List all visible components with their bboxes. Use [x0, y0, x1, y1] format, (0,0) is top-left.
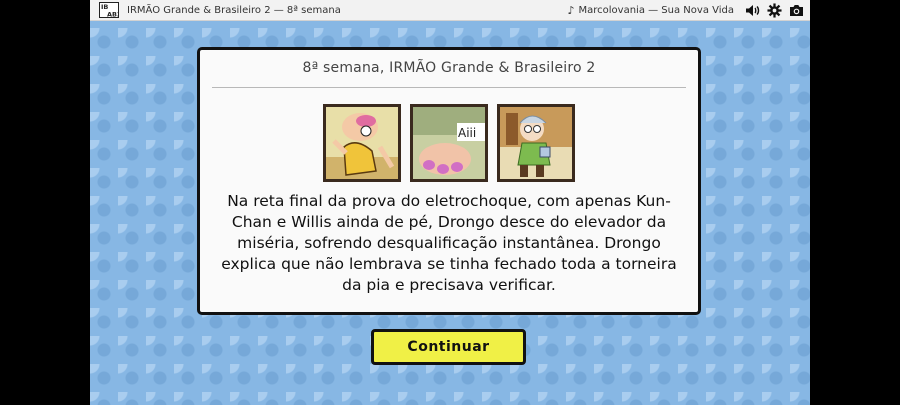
houseguest-portrait — [323, 104, 401, 182]
speaker-icon[interactable] — [744, 2, 760, 18]
houseguest-thumbnails: Aiii — [200, 104, 698, 182]
card-title: 8ª semana, IRMÃO Grande & Brasileiro 2 — [302, 60, 596, 76]
music-note-icon: ♪ — [567, 3, 575, 17]
houseguest-portrait: Aiii — [410, 104, 488, 182]
houseguest-portrait — [497, 104, 575, 182]
continue-button[interactable]: Continuar — [371, 329, 526, 365]
event-card: 8ª semana, IRMÃO Grande & Brasileiro 2 A… — [197, 47, 701, 315]
event-description: Na reta final da prova do eletrochoque, … — [221, 192, 677, 294]
svg-text:AB2: AB2 — [107, 11, 119, 19]
thumbnail-caption: Aiii — [458, 126, 476, 140]
window-title: IRMÃO Grande & Brasileiro 2 — 8ª semana — [127, 4, 341, 16]
divider — [212, 87, 686, 88]
camera-icon[interactable] — [788, 2, 804, 18]
logo-icon: IB AB2 — [99, 2, 119, 18]
top-bar: IB AB2 IRMÃO Grande & Brasileiro 2 — 8ª … — [90, 0, 810, 21]
gear-icon[interactable] — [766, 2, 782, 18]
game-stage: IB AB2 IRMÃO Grande & Brasileiro 2 — 8ª … — [90, 0, 810, 405]
now-playing-label: Marcolovania — Sua Nova Vida — [578, 4, 735, 16]
